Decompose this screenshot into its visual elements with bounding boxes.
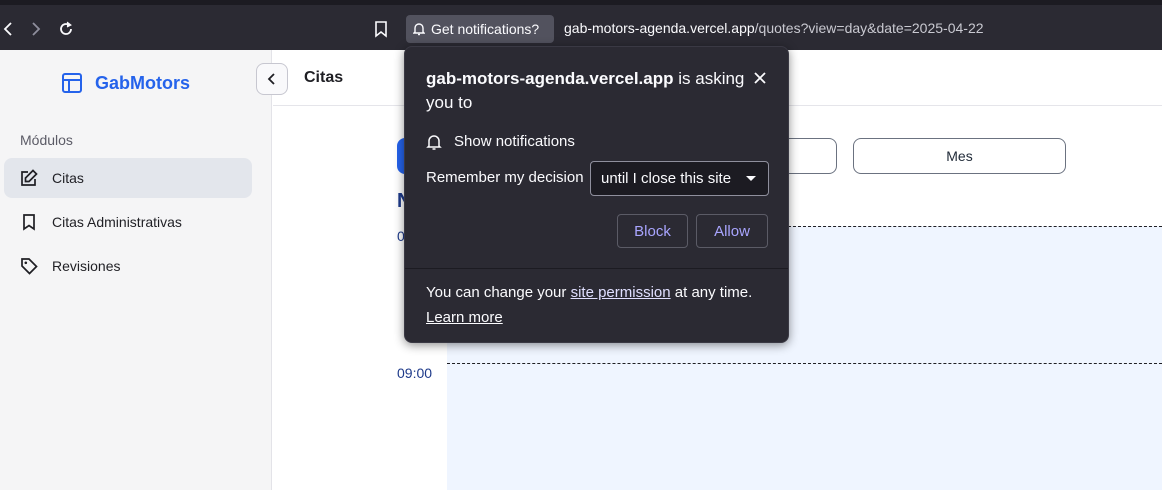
permission-label: Show notifications [454, 133, 575, 150]
notification-permission-chip[interactable]: Get notifications? [406, 15, 554, 43]
chevron-left-icon [267, 73, 275, 85]
url-host: gab-motors-agenda.vercel.app [564, 20, 755, 36]
remember-decision-value: until I close this site [601, 170, 732, 187]
sidebar-item-label: Citas Administrativas [52, 214, 182, 230]
calendar-logo-icon [62, 73, 82, 93]
footer-text-pre: You can change your [426, 284, 571, 301]
forward-icon[interactable] [24, 17, 48, 41]
block-button[interactable]: Block [617, 214, 688, 248]
address-bar[interactable]: gab-motors-agenda.vercel.app/quotes?view… [564, 20, 984, 36]
notification-permission-popup: gab-motors-agenda.vercel.app is asking y… [404, 46, 789, 343]
bookmark-icon [23, 214, 35, 231]
tab-strip [0, 0, 1162, 8]
sidebar-item-citas-administrativas[interactable]: Citas Administrativas [4, 202, 252, 242]
url-path: /quotes?view=day&date=2025-04-22 [754, 20, 984, 36]
remember-decision-label: Remember my decision [426, 169, 584, 186]
sidebar-item-citas[interactable]: Citas [4, 158, 252, 198]
back-icon[interactable] [0, 17, 20, 41]
notification-chip-label: Get notifications? [431, 21, 540, 37]
hour-divider [447, 363, 1162, 364]
reload-icon[interactable] [54, 17, 78, 41]
popup-title-host: gab-motors-agenda.vercel.app [426, 69, 674, 88]
sidebar-item-label: Revisiones [52, 258, 121, 274]
browser-toolbar: Get notifications? gab-motors-agenda.ver… [0, 8, 1162, 50]
brand-name: GabMotors [95, 72, 191, 93]
footer-text-post: at any time. [670, 284, 753, 301]
brand[interactable]: GabMotors [61, 72, 190, 94]
popup-title: gab-motors-agenda.vercel.app is asking y… [426, 67, 746, 115]
view-month-button[interactable]: Mes [853, 138, 1066, 174]
sidebar: GabMotors Módulos Citas Citas Administra… [0, 50, 272, 490]
popup-divider [405, 268, 788, 269]
popup-footer: You can change your site permission at a… [426, 280, 771, 330]
bell-icon [426, 134, 442, 150]
close-icon[interactable] [751, 69, 769, 87]
page-title: Citas [304, 69, 344, 86]
remember-decision-select[interactable]: until I close this site [590, 161, 769, 196]
sidebar-item-label: Citas [52, 170, 84, 186]
learn-more-link[interactable]: Learn more [426, 309, 503, 326]
allow-button[interactable]: Allow [696, 214, 768, 248]
permission-row: Show notifications [426, 133, 575, 150]
tag-icon [21, 258, 38, 275]
site-permission-link[interactable]: site permission [571, 284, 671, 301]
chevron-down-icon [746, 176, 756, 181]
time-label: 09:00 [397, 365, 433, 381]
collapse-sidebar-button[interactable] [256, 63, 288, 95]
bell-icon [413, 23, 425, 36]
sidebar-item-revisiones[interactable]: Revisiones [4, 246, 252, 286]
modules-section-label: Módulos [20, 132, 73, 148]
bookmark-page-icon[interactable] [369, 17, 393, 41]
edit-icon [21, 169, 38, 186]
